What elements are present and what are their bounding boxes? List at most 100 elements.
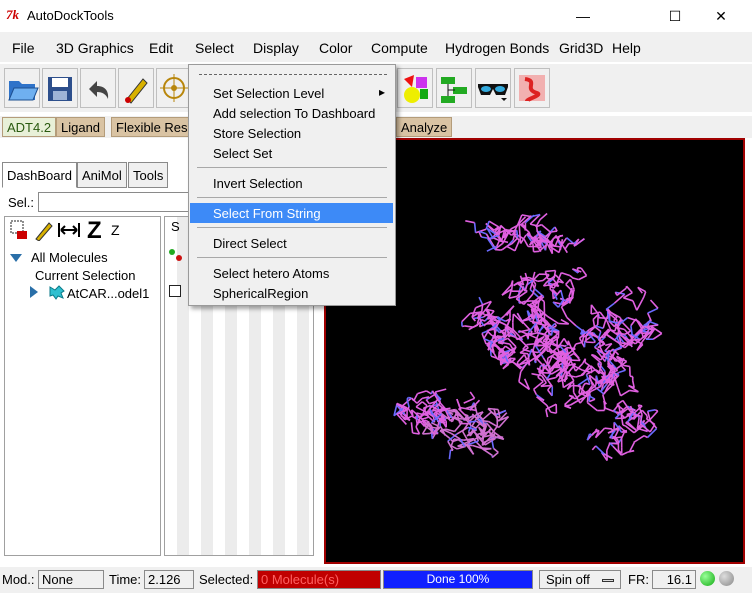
tab-adt42[interactable]: ADT4.2 xyxy=(2,117,57,137)
menu-compute[interactable]: Compute xyxy=(371,40,428,56)
selection-string-input[interactable] xyxy=(38,192,190,212)
bond xyxy=(646,410,651,420)
bond xyxy=(575,238,580,243)
select-pencil-icon[interactable] xyxy=(118,68,154,108)
menu-separator xyxy=(197,257,387,258)
menu-item-invert-selection[interactable]: Invert Selection xyxy=(190,173,393,193)
bond xyxy=(564,243,570,250)
menu-item-direct-select[interactable]: Direct Select xyxy=(190,233,393,253)
bond xyxy=(623,297,634,302)
pencil-icon[interactable] xyxy=(33,219,55,241)
maximize-button[interactable]: ☐ xyxy=(652,0,698,32)
bond xyxy=(475,302,487,309)
menu-color[interactable]: Color xyxy=(319,40,352,56)
molecule-checkbox[interactable] xyxy=(169,285,181,297)
bond xyxy=(521,214,532,218)
menu-hydrogen-bonds[interactable]: Hydrogen Bonds xyxy=(445,40,549,56)
menu-item-add-selection-to-dashboard[interactable]: Add selection To Dashboard xyxy=(190,103,393,123)
tab-ligand[interactable]: Ligand xyxy=(56,117,106,137)
bond xyxy=(652,332,663,340)
mod-label: Mod.: xyxy=(2,572,35,587)
bond xyxy=(586,433,591,441)
undo-icon[interactable] xyxy=(80,68,116,108)
bond xyxy=(596,314,599,326)
select-dashboard-icon[interactable] xyxy=(9,219,29,241)
tree-molecule-node[interactable]: AtCAR...odel1 xyxy=(67,286,149,301)
bond xyxy=(535,225,538,232)
spin-menubutton[interactable]: Spin off xyxy=(539,570,621,589)
selected-count-field[interactable]: 0 Molecule(s) xyxy=(257,570,381,589)
bond xyxy=(585,341,594,344)
menu-3d-graphics[interactable]: 3D Graphics xyxy=(56,40,134,56)
bond xyxy=(641,409,648,417)
ribbon-icon[interactable] xyxy=(514,68,550,108)
bond xyxy=(647,324,659,328)
bond xyxy=(636,299,644,311)
tree-all-molecules[interactable]: All Molecules xyxy=(31,250,108,265)
molecule-shapes-icon[interactable] xyxy=(397,68,433,108)
bond xyxy=(533,250,540,253)
bond xyxy=(586,401,598,412)
bond xyxy=(469,391,476,399)
bond xyxy=(536,332,542,335)
bond xyxy=(620,389,630,397)
menu-display[interactable]: Display xyxy=(253,40,299,56)
bond xyxy=(616,399,624,406)
bond xyxy=(468,420,477,423)
menu-help[interactable]: Help xyxy=(612,40,641,56)
tab-analyze[interactable]: Analyze xyxy=(396,117,453,137)
bond xyxy=(643,291,647,297)
menu-item-set-selection-level[interactable]: Set Selection Level ▸ xyxy=(190,83,393,103)
distance-icon[interactable] xyxy=(57,221,81,239)
bond xyxy=(550,411,556,414)
menu-tearoff-line[interactable] xyxy=(199,74,387,75)
expand-right-icon[interactable] xyxy=(29,285,39,299)
bond xyxy=(532,388,538,395)
show-toggle-icon[interactable] xyxy=(167,247,187,263)
tree-current-selection[interactable]: Current Selection xyxy=(35,268,135,283)
bond xyxy=(448,449,452,460)
bond xyxy=(438,408,447,411)
bond xyxy=(514,346,517,350)
menu-item-select-set[interactable]: Select Set xyxy=(190,143,393,163)
save-icon[interactable] xyxy=(42,68,78,108)
bond xyxy=(630,345,633,348)
menu-item-store-selection[interactable]: Store Selection xyxy=(190,123,393,143)
bond xyxy=(487,407,499,411)
bond xyxy=(597,343,605,349)
bond xyxy=(641,295,645,301)
menu-item-select-from-string[interactable]: Select From String xyxy=(190,203,393,223)
bond xyxy=(602,320,607,329)
bond xyxy=(646,415,649,419)
expand-down-icon[interactable] xyxy=(9,253,23,263)
bond xyxy=(439,417,442,423)
open-folder-icon[interactable] xyxy=(4,68,40,108)
bond xyxy=(521,276,530,280)
menu-item-select-hetero-atoms[interactable]: Select hetero Atoms xyxy=(190,263,393,283)
menu-edit[interactable]: Edit xyxy=(149,40,173,56)
bond xyxy=(617,324,620,333)
menu-item-spherical-region[interactable]: SphericalRegion xyxy=(190,283,393,303)
column-s-header[interactable]: S xyxy=(171,219,180,234)
bond xyxy=(647,307,659,314)
bond xyxy=(558,322,569,325)
close-button[interactable]: ✕ xyxy=(698,0,744,32)
network-icon[interactable] xyxy=(436,68,472,108)
tab-dashboard[interactable]: DashBoard xyxy=(2,162,78,188)
tab-flexible-res[interactable]: Flexible Res xyxy=(111,117,193,137)
target-icon[interactable] xyxy=(156,68,192,108)
tab-tools[interactable]: Tools xyxy=(128,162,169,188)
bond xyxy=(567,340,574,352)
menu-select[interactable]: Select xyxy=(195,40,234,56)
minimize-button[interactable]: — xyxy=(560,0,606,32)
bond xyxy=(627,449,635,453)
bond xyxy=(618,369,626,374)
bond xyxy=(604,427,612,430)
z-large-icon[interactable]: Z xyxy=(87,217,102,245)
menu-file[interactable]: File xyxy=(12,40,35,56)
glasses-icon[interactable] xyxy=(475,68,511,108)
tab-animol[interactable]: AniMol xyxy=(77,162,127,188)
bond xyxy=(482,447,492,450)
menu-grid3d[interactable]: Grid3D xyxy=(559,40,603,56)
z-small-icon[interactable]: Z xyxy=(111,222,120,238)
